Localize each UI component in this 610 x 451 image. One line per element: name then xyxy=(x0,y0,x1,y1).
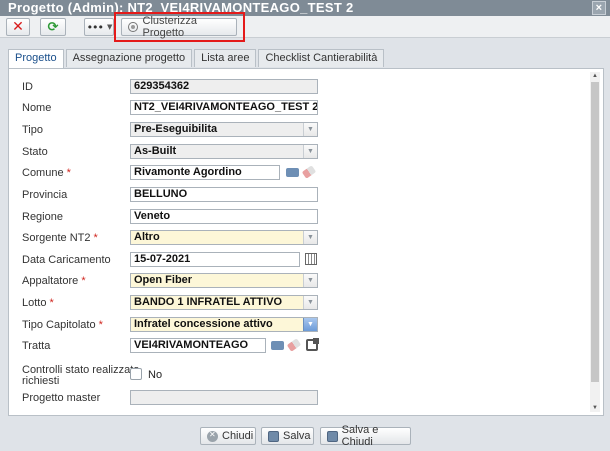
stato-label: Stato xyxy=(22,146,48,158)
chevron-down-icon[interactable]: ▼ xyxy=(303,231,317,244)
tab-progetto[interactable]: Progetto xyxy=(8,49,64,69)
tipo-capitolato-select[interactable]: Infratel concessione attivo ▼ xyxy=(130,317,318,332)
chevron-down-icon: ▼ xyxy=(107,23,112,31)
row-comune: Comune * Rivamonte Agordino xyxy=(9,165,589,181)
row-stato: Stato As-Built ▼ xyxy=(9,144,589,160)
row-tipo: Tipo Pre-Eseguibilita ▼ xyxy=(9,122,589,138)
tab-assegnazione-progetto[interactable]: Assegnazione progetto xyxy=(65,49,193,67)
chevron-down-icon[interactable]: ▼ xyxy=(303,318,317,331)
lotto-value: BANDO 1 INFRATEL ATTIVO xyxy=(134,296,283,308)
row-tratta: Tratta VEI4RIVAMONTEAGO xyxy=(9,338,589,354)
controlli-value: No xyxy=(148,369,163,381)
lotto-select[interactable]: BANDO 1 INFRATEL ATTIVO ▼ xyxy=(130,295,318,310)
highlight-box xyxy=(114,12,245,42)
appaltatore-value: Open Fiber xyxy=(134,274,193,286)
provincia-label: Provincia xyxy=(22,189,68,201)
close-icon xyxy=(207,430,218,442)
lotto-label: Lotto * xyxy=(22,297,54,309)
nome-input[interactable]: NT2_VEI4RIVAMONTEAGO_TEST 2 xyxy=(130,100,318,115)
row-lotto: Lotto * BANDO 1 INFRATEL ATTIVO ▼ xyxy=(9,295,589,311)
row-nome: Nome NT2_VEI4RIVAMONTEAGO_TEST 2 xyxy=(9,100,589,116)
scroll-down-icon[interactable]: ▼ xyxy=(590,404,600,412)
save-icon xyxy=(327,430,338,442)
row-sorgente: Sorgente NT2 * Altro ▼ xyxy=(9,230,589,246)
scrollbar-thumb[interactable] xyxy=(591,82,599,382)
row-controlli: Controlli stato realizzato richiesti No xyxy=(9,364,589,390)
id-field: 629354362 xyxy=(130,79,318,94)
appaltatore-label: Appaltatore * xyxy=(22,275,86,287)
tipo-label: Tipo xyxy=(22,124,43,136)
delete-icon: ✕ xyxy=(12,19,24,35)
tipo-select[interactable]: Pre-Eseguibilita ▼ xyxy=(130,122,318,137)
chevron-down-icon[interactable]: ▼ xyxy=(303,145,317,158)
eraser-icon[interactable] xyxy=(301,165,317,179)
progetto-master-field xyxy=(130,390,318,405)
tab-bar: Progetto Assegnazione progetto Lista are… xyxy=(8,49,386,69)
provincia-input[interactable]: BELLUNO xyxy=(130,187,318,202)
comune-label: Comune * xyxy=(22,167,71,179)
chevron-down-icon[interactable]: ▼ xyxy=(303,274,317,287)
keyboard-icon[interactable] xyxy=(286,168,299,177)
row-tipo-capitolato: Tipo Capitolato * Infratel concessione a… xyxy=(9,317,589,333)
chevron-down-icon[interactable]: ▼ xyxy=(303,123,317,136)
regione-input[interactable]: Veneto xyxy=(130,209,318,224)
save-label: Salva xyxy=(283,430,311,442)
sorgente-select[interactable]: Altro ▼ xyxy=(130,230,318,245)
chevron-down-icon[interactable]: ▼ xyxy=(303,296,317,309)
window-titlebar: Progetto (Admin): NT2_VEI4RIVAMONTEAGO_T… xyxy=(0,0,610,16)
row-data-caricamento: Data Caricamento 15-07-2021 xyxy=(9,252,589,268)
toolbar: ✕ ⟳ ••• ▼ Clusterizza Progetto xyxy=(0,15,610,39)
footer-bar: Chiudi Salva Salva e Chiudi xyxy=(0,420,610,451)
tipo-capitolato-value: Infratel concessione attivo xyxy=(134,318,273,330)
save-close-label: Salva e Chiudi xyxy=(341,424,379,448)
sorgente-label: Sorgente NT2 * xyxy=(22,232,98,244)
tratta-input[interactable]: VEI4RIVAMONTEAGO xyxy=(130,338,266,353)
close-button[interactable]: Chiudi xyxy=(200,427,256,445)
save-icon xyxy=(268,430,279,442)
tab-lista-aree[interactable]: Lista aree xyxy=(194,49,257,67)
row-progetto-master: Progetto master xyxy=(9,390,589,406)
progetto-master-label: Progetto master xyxy=(22,392,101,404)
delete-button[interactable]: ✕ xyxy=(6,18,30,36)
row-regione: Regione Veneto xyxy=(9,209,589,225)
close-label: Chiudi xyxy=(222,430,254,442)
keyboard-icon[interactable] xyxy=(271,341,284,350)
controlli-checkbox[interactable] xyxy=(130,368,142,380)
more-icon: ••• xyxy=(86,20,104,34)
form-panel: ▲ ▼ ID 629354362 Nome NT2_VEI4RIVAMONTEA… xyxy=(8,68,604,416)
row-appaltatore: Appaltatore * Open Fiber ▼ xyxy=(9,273,589,289)
stato-select[interactable]: As-Built ▼ xyxy=(130,144,318,159)
row-id: ID 629354362 xyxy=(9,79,589,95)
id-label: ID xyxy=(22,81,33,93)
data-caricamento-input[interactable]: 15-07-2021 xyxy=(130,252,300,267)
data-caricamento-label: Data Caricamento xyxy=(22,254,111,266)
controlli-label: Controlli stato realizzato richiesti xyxy=(22,364,140,387)
tipo-value: Pre-Eseguibilita xyxy=(134,123,218,135)
external-link-icon[interactable] xyxy=(306,338,319,351)
comune-input[interactable]: Rivamonte Agordino xyxy=(130,165,280,180)
sorgente-value: Altro xyxy=(134,231,160,243)
save-button[interactable]: Salva xyxy=(261,427,314,445)
tab-checklist-cantierabilita[interactable]: Checklist Cantierabilità xyxy=(258,49,385,67)
window-close-icon[interactable]: × xyxy=(592,1,606,15)
tipo-capitolato-label: Tipo Capitolato * xyxy=(22,319,103,331)
nome-label: Nome xyxy=(22,102,52,114)
eraser-icon[interactable] xyxy=(286,338,302,352)
scroll-up-icon[interactable]: ▲ xyxy=(590,72,600,80)
appaltatore-select[interactable]: Open Fiber ▼ xyxy=(130,273,318,288)
refresh-button[interactable]: ⟳ xyxy=(40,18,66,36)
row-provincia: Provincia BELLUNO xyxy=(9,187,589,203)
calendar-icon[interactable] xyxy=(305,253,317,265)
more-menu-button[interactable]: ••• ▼ xyxy=(84,18,114,36)
scrollbar[interactable]: ▲ ▼ xyxy=(590,72,600,412)
regione-label: Regione xyxy=(22,211,63,223)
save-and-close-button[interactable]: Salva e Chiudi xyxy=(320,424,411,448)
refresh-icon: ⟳ xyxy=(47,19,59,35)
tratta-label: Tratta xyxy=(22,340,51,352)
stato-value: As-Built xyxy=(134,145,177,157)
